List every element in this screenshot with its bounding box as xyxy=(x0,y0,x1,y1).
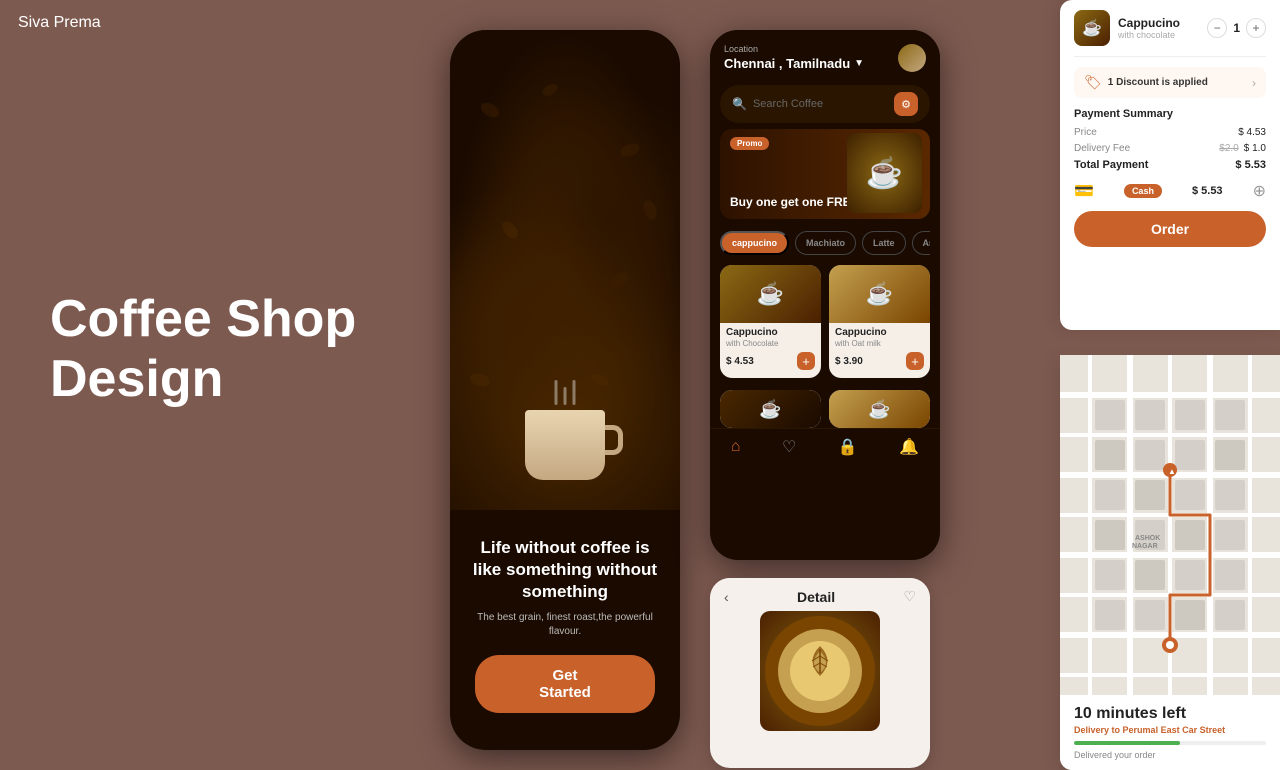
phone1-subtitle: The best grain, finest roast,the powerfu… xyxy=(470,611,660,639)
category-cappucino[interactable]: cappucino xyxy=(720,231,789,255)
search-bar[interactable]: 🔍 Search Coffee ⚙ xyxy=(720,85,930,123)
back-button[interactable]: ‹ xyxy=(724,589,729,605)
phone1-welcome: Life without coffee is like something wi… xyxy=(450,30,680,750)
phone2-header: Location Chennai , Tamilnadu ▼ xyxy=(710,30,940,79)
detail-title: Detail xyxy=(797,589,835,605)
svg-text:NAGAR: NAGAR xyxy=(1132,543,1158,550)
phone1-tagline: Life without coffee is like something wi… xyxy=(470,537,660,603)
promo-badge: Promo xyxy=(730,137,769,150)
price-value: $ 4.53 xyxy=(1238,127,1266,138)
quantity-control: − 1 + xyxy=(1207,18,1266,38)
order-button[interactable]: Order xyxy=(1074,211,1266,247)
add-payment-button[interactable]: ⊕ xyxy=(1253,181,1266,201)
coffee-card-2-sub: with Oat milk xyxy=(829,339,930,352)
phone2-home: Location Chennai , Tamilnadu ▼ 🔍 Search … xyxy=(710,30,940,560)
cash-badge: Cash xyxy=(1124,184,1162,198)
coffee-card-2-price: $ 3.90 xyxy=(835,356,863,367)
phone1-image xyxy=(450,30,680,510)
coffee-card-1-price: $ 4.53 xyxy=(726,356,754,367)
quantity-value: 1 xyxy=(1233,21,1240,35)
delivery-location: Perumal East Car Street xyxy=(1123,725,1226,735)
qty-decrease-button[interactable]: − xyxy=(1207,18,1227,38)
category-list: cappucino Machiato Latte Ameri xyxy=(720,225,930,261)
promo-banner: Promo Buy one get one FREE ☕ xyxy=(720,129,930,219)
category-ameri[interactable]: Ameri xyxy=(912,231,930,255)
price-label: Price xyxy=(1074,127,1097,138)
order-item-image: ☕ xyxy=(1074,10,1110,46)
coffee-card-1: ☕ Cappucino with Chocolate $ 4.53 + xyxy=(720,265,821,378)
category-machiato[interactable]: Machiato xyxy=(795,231,856,255)
phone3-detail: ‹ Detail ♡ xyxy=(710,578,930,768)
total-row: Total Payment $ 5.53 xyxy=(1074,159,1266,171)
delivery-row: Delivery Fee $2.0 $ 1.0 xyxy=(1074,143,1266,154)
promo-coffee-image: ☕ xyxy=(847,133,922,213)
coffee-card-2-name: Cappucino xyxy=(829,323,930,339)
delivery-original-value: $2.0 xyxy=(1219,143,1238,154)
promo-text: Buy one get one FREE xyxy=(730,195,859,209)
nav-home-icon[interactable]: ⌂ xyxy=(731,438,741,456)
search-input[interactable]: Search Coffee xyxy=(753,98,888,110)
chevron-down-icon: ▼ xyxy=(854,58,864,69)
coffee-card-2: ☕ Cappucino with Oat milk $ 3.90 + xyxy=(829,265,930,378)
nav-cart-icon[interactable]: 🔒 xyxy=(838,437,858,457)
filter-button[interactable]: ⚙ xyxy=(894,92,918,116)
get-started-button[interactable]: Get Started xyxy=(475,655,655,713)
cash-row: 💳 Cash $ 5.53 ⊕ xyxy=(1074,181,1266,201)
map-info: 10 minutes left Delivery to Perumal East… xyxy=(1060,695,1280,770)
cash-amount: $ 5.53 xyxy=(1192,185,1223,197)
delivered-text: Delivered your order xyxy=(1074,750,1266,760)
discount-icon: 🏷 xyxy=(1084,74,1102,91)
order-item-info: Cappucino with chocolate xyxy=(1118,16,1199,40)
avatar xyxy=(898,44,926,72)
brand-title: Siva Prema xyxy=(18,14,101,32)
partial-card-row: ☕ ☕ xyxy=(720,390,930,428)
location-label: Location xyxy=(724,44,926,54)
order-item-row: ☕ Cappucino with chocolate − 1 + xyxy=(1074,10,1266,57)
order-item-sub: with chocolate xyxy=(1118,30,1199,40)
bottom-nav: ⌂ ♡ 🔒 🔔 xyxy=(710,428,940,465)
total-label: Total Payment xyxy=(1074,159,1148,171)
phone1-content: Life without coffee is like something wi… xyxy=(450,510,680,750)
category-latte[interactable]: Latte xyxy=(862,231,906,255)
add-button-1[interactable]: + xyxy=(797,352,815,370)
hero-text: Coffee Shop Design xyxy=(50,290,356,410)
discount-arrow-icon: › xyxy=(1252,76,1256,90)
map-delivery: Delivery to Perumal East Car Street xyxy=(1074,725,1266,735)
svg-text:ASHOK: ASHOK xyxy=(1135,535,1160,542)
search-icon: 🔍 xyxy=(732,97,747,111)
partial-card-1: ☕ xyxy=(720,390,821,428)
map-background: ▲ ASHOK NAGAR xyxy=(1060,355,1280,695)
coffee-card-1-sub: with Chocolate xyxy=(720,339,821,352)
wallet-icon: 💳 xyxy=(1074,181,1094,201)
delivery-label: Delivery Fee xyxy=(1074,143,1130,154)
location-value: Chennai , Tamilnadu ▼ xyxy=(724,56,926,71)
coffee-card-1-image: ☕ xyxy=(720,265,821,323)
phone3-header: ‹ Detail ♡ xyxy=(710,578,930,611)
payment-summary-title: Payment Summary xyxy=(1074,108,1266,120)
progress-fill xyxy=(1074,741,1180,745)
order-item-name: Cappucino xyxy=(1118,16,1199,30)
discount-row[interactable]: 🏷 1 Discount is applied › xyxy=(1074,67,1266,98)
total-value: $ 5.53 xyxy=(1235,159,1266,171)
nav-favorites-icon[interactable]: ♡ xyxy=(782,437,796,457)
order-panel: ☕ Cappucino with chocolate − 1 + 🏷 1 Dis… xyxy=(1060,0,1280,330)
svg-text:▲: ▲ xyxy=(1168,467,1176,476)
discount-text: 1 Discount is applied xyxy=(1108,77,1208,88)
delivery-new-value: $ 1.0 xyxy=(1244,143,1266,154)
coffee-grid: ☕ Cappucino with Chocolate $ 4.53 + ☕ Ca… xyxy=(720,261,930,382)
detail-coffee-image xyxy=(760,611,880,731)
partial-card-2: ☕ xyxy=(829,390,930,428)
heart-button[interactable]: ♡ xyxy=(903,588,916,605)
qty-increase-button[interactable]: + xyxy=(1246,18,1266,38)
nav-profile-icon[interactable]: 🔔 xyxy=(899,437,919,457)
price-row: Price $ 4.53 xyxy=(1074,127,1266,138)
coffee-card-1-name: Cappucino xyxy=(720,323,821,339)
map-time: 10 minutes left xyxy=(1074,705,1266,723)
coffee-card-2-image: ☕ xyxy=(829,265,930,323)
map-panel: ▲ ASHOK NAGAR 10 minutes left Delivery t… xyxy=(1060,355,1280,770)
progress-track xyxy=(1074,741,1266,745)
add-button-2[interactable]: + xyxy=(906,352,924,370)
